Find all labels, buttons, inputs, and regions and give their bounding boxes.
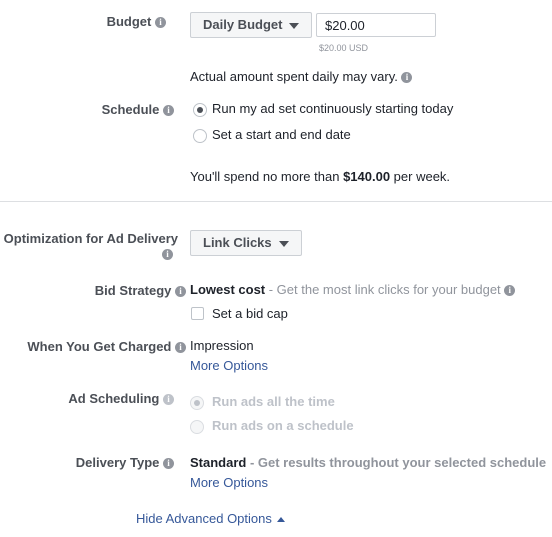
delivery-type-value: Standard - Get results throughout your s… bbox=[190, 455, 547, 470]
hide-advanced-options-link[interactable]: Hide Advanced Options bbox=[136, 511, 285, 526]
info-icon[interactable]: i bbox=[504, 285, 516, 297]
section-divider bbox=[0, 201, 552, 202]
schedule-start-end-radio[interactable] bbox=[193, 129, 207, 143]
delivery-more-options-link[interactable]: More Options bbox=[190, 475, 268, 490]
info-icon[interactable]: i bbox=[175, 342, 186, 354]
info-icon[interactable]: i bbox=[401, 72, 413, 84]
ad-scheduling-all-time-radio[interactable] bbox=[190, 396, 204, 410]
info-icon[interactable]: i bbox=[163, 458, 174, 470]
caret-up-icon bbox=[276, 517, 285, 523]
info-icon[interactable]: i bbox=[163, 105, 174, 117]
charged-label: When You Get Charged i bbox=[27, 339, 186, 354]
bid-strategy-value: Lowest cost - Get the most link clicks f… bbox=[190, 282, 516, 297]
schedule-continuous-radio[interactable] bbox=[193, 103, 207, 117]
budget-note: Actual amount spent daily may vary. i bbox=[190, 69, 413, 84]
ad-scheduling-label: Ad Scheduling i bbox=[68, 391, 174, 406]
delivery-type-label: Delivery Type i bbox=[76, 455, 174, 470]
caret-down-icon bbox=[278, 240, 289, 247]
budget-type-value: Daily Budget bbox=[203, 17, 283, 32]
budget-currency-note: $20.00 USD bbox=[319, 43, 369, 53]
charged-more-options-link[interactable]: More Options bbox=[190, 358, 268, 373]
optimization-value: Link Clicks bbox=[203, 235, 272, 250]
info-icon[interactable]: i bbox=[162, 249, 173, 260]
info-icon[interactable]: i bbox=[155, 17, 166, 29]
ad-scheduling-all-time-label[interactable]: Run ads all the time bbox=[212, 394, 335, 409]
budget-type-dropdown[interactable]: Daily Budget bbox=[190, 12, 313, 38]
bid-strategy-label: Bid Strategy i bbox=[95, 283, 186, 298]
weekly-spend-text: You'll spend no more than $140.00 per we… bbox=[190, 169, 451, 184]
info-icon[interactable]: i bbox=[163, 394, 174, 406]
weekly-spend-amount: $140.00 bbox=[343, 169, 391, 184]
bid-cap-checkbox[interactable] bbox=[191, 307, 204, 320]
optimization-label: Optimization for Ad Delivery bbox=[3, 231, 178, 246]
schedule-continuous-label[interactable]: Run my ad set continuously starting toda… bbox=[212, 101, 453, 116]
schedule-start-end-label[interactable]: Set a start and end date bbox=[212, 127, 351, 142]
budget-amount-input[interactable] bbox=[316, 13, 436, 37]
caret-down-icon bbox=[289, 22, 300, 29]
budget-label: Budget i bbox=[107, 14, 166, 29]
schedule-label: Schedule i bbox=[102, 102, 174, 117]
ad-scheduling-on-schedule-radio[interactable] bbox=[190, 420, 204, 434]
bid-cap-label[interactable]: Set a bid cap bbox=[212, 306, 288, 321]
ad-scheduling-on-schedule-label[interactable]: Run ads on a schedule bbox=[212, 418, 354, 433]
info-icon[interactable]: i bbox=[175, 286, 186, 298]
charged-value: Impression bbox=[190, 338, 254, 353]
optimization-dropdown[interactable]: Link Clicks bbox=[190, 230, 302, 256]
